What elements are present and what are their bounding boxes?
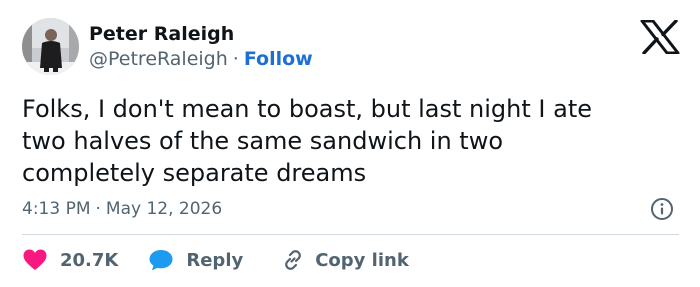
tweet-time: 4:13 PM <box>22 199 91 219</box>
action-bar: 20.7K Reply Copy link <box>22 245 409 275</box>
like-button[interactable]: 20.7K <box>22 248 118 272</box>
avatar-photo <box>22 18 79 75</box>
tweet-text: Folks, I don't mean to boast, but last n… <box>22 95 592 187</box>
reply-bubble-icon <box>149 250 173 271</box>
handle-row: @PetreRaleigh · Follow <box>89 48 313 70</box>
tweet-date: May 12, 2026 <box>105 199 223 219</box>
like-count: 20.7K <box>60 249 119 271</box>
author-handle[interactable]: @PetreRaleigh <box>89 48 228 70</box>
info-icon[interactable] <box>650 197 674 221</box>
divider <box>22 234 679 235</box>
separator-dot: · <box>232 48 239 70</box>
reply-button[interactable]: Reply <box>148 248 243 272</box>
follow-button[interactable]: Follow <box>244 48 313 70</box>
reply-label: Reply <box>186 249 244 271</box>
link-icon <box>285 250 302 270</box>
timestamp-separator: · <box>95 199 101 219</box>
tweet-timestamp[interactable]: 4:13 PM · May 12, 2026 <box>22 199 222 219</box>
copy-link-label: Copy link <box>315 249 409 271</box>
heart-icon <box>23 249 47 270</box>
author-name[interactable]: Peter Raleigh <box>89 23 234 45</box>
avatar[interactable] <box>22 18 79 75</box>
x-logo-icon[interactable] <box>640 19 680 55</box>
copy-link-button[interactable]: Copy link <box>281 248 409 272</box>
